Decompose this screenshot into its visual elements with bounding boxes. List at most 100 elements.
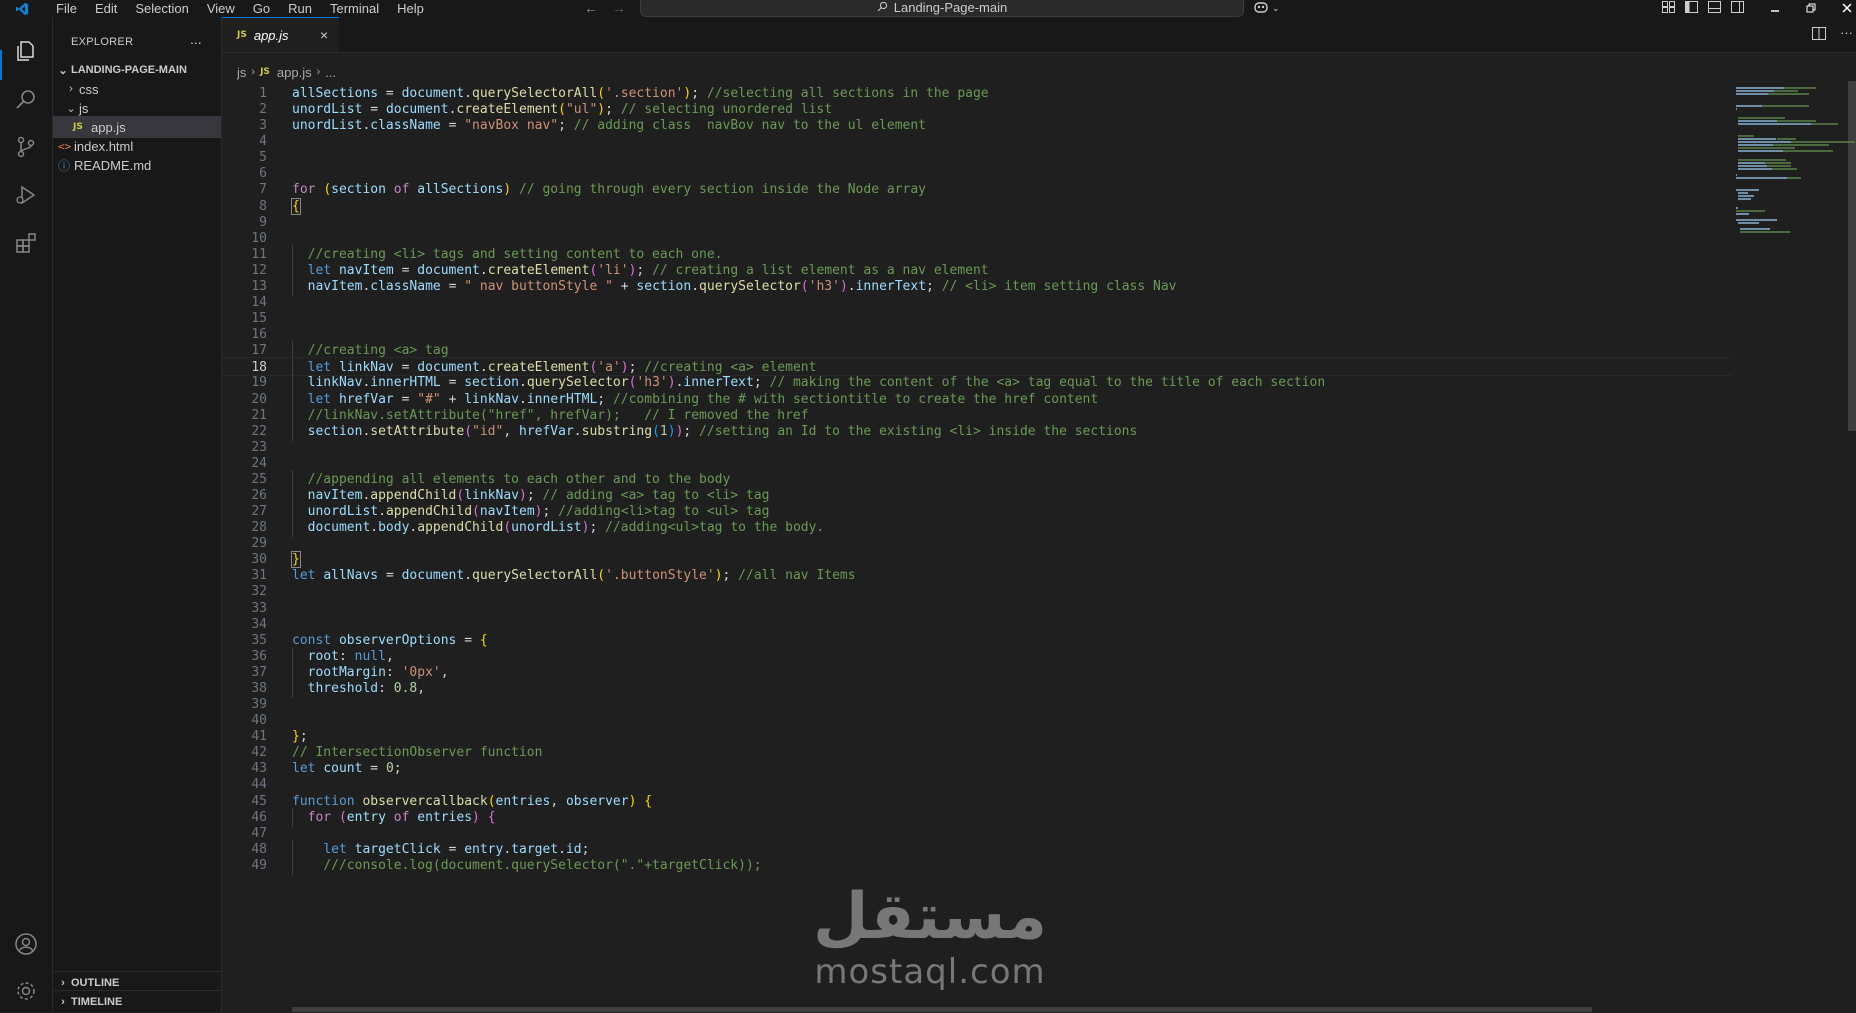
menu-go[interactable]: Go	[244, 0, 279, 17]
chevron-right-icon: ›	[316, 66, 321, 78]
minimap-comment	[1776, 138, 1797, 140]
chevron-right-icon: ›	[69, 83, 73, 95]
menu-terminal[interactable]: Terminal	[321, 0, 388, 17]
minimap-comment	[1739, 231, 1790, 233]
minimap-line	[1737, 192, 1748, 194]
chevron-right-icon: ›	[61, 977, 65, 989]
tree-item-label: app.js	[91, 119, 126, 135]
minimap-line	[1736, 90, 1774, 92]
accounts-icon[interactable]	[12, 930, 40, 958]
minimap-line	[1736, 108, 1737, 110]
timeline-label: TIMELINE	[71, 996, 123, 1008]
tree-item-label: index.html	[74, 138, 134, 154]
horizontal-scrollbar[interactable]	[292, 1007, 1592, 1012]
minimap-comment	[1773, 90, 1799, 92]
command-center-search[interactable]: Landing-Page-main	[640, 0, 1244, 17]
menu-edit[interactable]: Edit	[86, 0, 126, 17]
toggle-secondary-sidebar-icon[interactable]	[1731, 1, 1744, 16]
minimap-line	[1737, 162, 1765, 164]
toggle-sidebar-icon[interactable]	[1685, 1, 1698, 16]
minimap-comment	[1783, 87, 1817, 89]
minimap-line	[1737, 150, 1783, 152]
tab-app-js[interactable]: JS app.js ×	[222, 17, 339, 52]
line-number: 49	[251, 857, 267, 873]
minimap-line	[1737, 123, 1811, 125]
extensions-icon[interactable]	[12, 229, 40, 257]
menu-bar: File Edit Selection View Go Run Terminal…	[47, 0, 433, 17]
timeline-section[interactable]: › TIMELINE	[53, 990, 221, 1013]
menu-view[interactable]: View	[198, 0, 244, 17]
search-icon	[877, 0, 888, 15]
minimap-comment	[1772, 144, 1829, 146]
customize-layout-icon[interactable]	[1662, 1, 1675, 16]
minimap-comment	[1768, 93, 1809, 95]
more-actions-icon[interactable]: ···	[1840, 26, 1853, 43]
minimap-line	[1737, 138, 1777, 140]
toggle-panel-icon[interactable]	[1708, 1, 1721, 16]
navigation-arrows: ← →	[584, 0, 626, 16]
manage-gear-icon[interactable]	[12, 977, 40, 1005]
breadcrumb-file[interactable]: app.js	[277, 65, 312, 80]
code-editor[interactable]: 1 allSections = document.querySelectorAll…	[222, 85, 1732, 1012]
copilot-icon	[1253, 0, 1269, 17]
minimap-comment	[1782, 150, 1834, 152]
minimap-line	[1736, 87, 1784, 89]
html-file-icon: <>	[58, 139, 72, 153]
breadcrumb-folder[interactable]: js	[237, 65, 246, 80]
minimap-comment	[1764, 162, 1791, 164]
minimap-line	[1736, 93, 1769, 95]
explorer-header: EXPLORER	[71, 36, 134, 48]
restore-icon[interactable]	[1806, 1, 1816, 16]
code-line[interactable]: 49 ///console.log(document.querySelector…	[222, 855, 1732, 875]
vertical-scrollbar[interactable]	[1848, 81, 1856, 431]
minimize-icon[interactable]	[1770, 1, 1780, 16]
chevron-right-icon: ›	[61, 996, 65, 1008]
window-controls	[1770, 0, 1852, 17]
explorer-icon[interactable]	[12, 37, 40, 65]
tree-file-readme[interactable]: ⓘ README.md	[53, 154, 221, 176]
activity-bar	[0, 17, 53, 1012]
minimap-line	[1737, 120, 1778, 122]
minimap-line	[1737, 198, 1752, 200]
minimap-comment	[1787, 177, 1801, 179]
minimap-line	[1736, 207, 1738, 209]
menu-help[interactable]: Help	[388, 0, 433, 17]
more-actions-icon[interactable]: ...	[190, 31, 202, 47]
minimap-line	[1737, 168, 1772, 170]
chevron-down-icon: ⌄	[58, 64, 68, 77]
breadcrumb-symbol[interactable]: ...	[325, 65, 336, 80]
chevron-down-icon: ⌄	[1272, 3, 1280, 13]
run-debug-icon[interactable]	[12, 181, 40, 209]
close-icon[interactable]	[1842, 1, 1852, 16]
minimap-comment	[1736, 210, 1765, 212]
source-control-icon[interactable]	[12, 133, 40, 161]
breadcrumb: js › JS app.js › ...	[237, 63, 336, 81]
editor-actions: ···	[1812, 26, 1853, 43]
menu-selection[interactable]: Selection	[126, 0, 197, 17]
copilot-menu[interactable]: ⌄	[1253, 0, 1280, 17]
minimap-comment	[1737, 147, 1796, 149]
menu-run[interactable]: Run	[279, 0, 321, 17]
minimap-comment	[1737, 117, 1786, 119]
minimap-line	[1736, 174, 1737, 176]
minimap[interactable]	[1732, 81, 1856, 1012]
close-icon[interactable]: ×	[320, 27, 328, 43]
chevron-down-icon: ⌄	[66, 102, 76, 115]
search-icon[interactable]	[12, 85, 40, 113]
minimap-line	[1737, 144, 1773, 146]
minimap-line	[1737, 222, 1760, 224]
code-text: ///console.log(document.querySelector(".…	[323, 857, 762, 873]
menu-file[interactable]: File	[47, 0, 86, 17]
minimap-line	[1736, 177, 1788, 179]
minimap-comment	[1810, 123, 1838, 125]
arrow-right-icon[interactable]: →	[612, 0, 626, 16]
split-editor-icon[interactable]	[1812, 27, 1826, 43]
minimap-comment	[1766, 165, 1791, 167]
javascript-file-icon: JS	[260, 67, 270, 77]
editor-area: JS app.js × ··· js › JS app.js › ... 1 al…	[222, 17, 1856, 1012]
minimap-comment	[1777, 120, 1817, 122]
minimap-comment	[1762, 105, 1809, 107]
arrow-left-icon[interactable]: ←	[584, 0, 598, 16]
tree-item-label: css	[79, 81, 99, 97]
tree-item-label: js	[79, 100, 89, 116]
